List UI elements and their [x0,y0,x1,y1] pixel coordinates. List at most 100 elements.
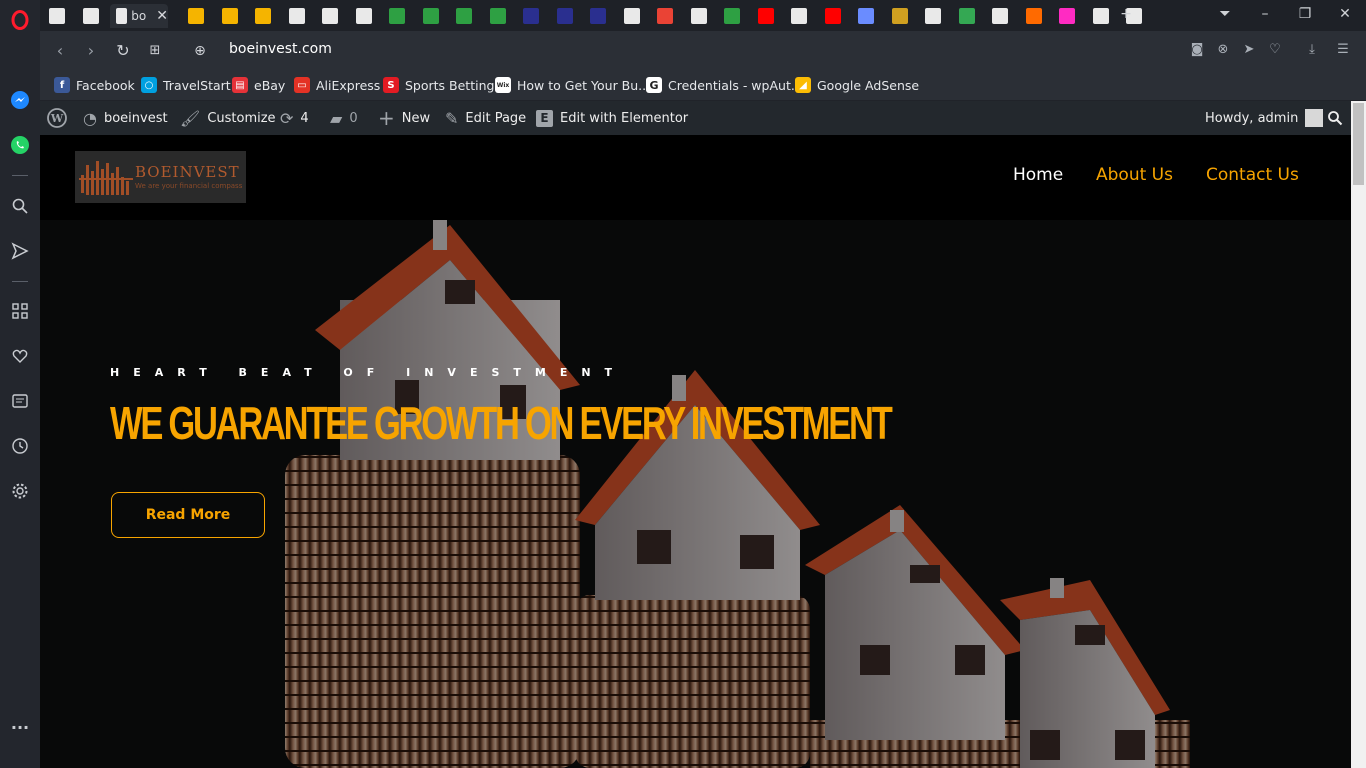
tab-favicon-icon [1093,8,1109,24]
bookmark-item[interactable]: S Sports Betting [383,75,494,95]
browser-tab[interactable] [42,4,72,28]
browser-tab[interactable] [516,4,546,28]
wp-site-name[interactable]: ◔ boeinvest [83,101,168,135]
customize-label: Customize [207,110,276,126]
comment-bubble-icon: ▰ [330,108,343,128]
bookmark-heart-icon[interactable]: ♡ [1266,41,1284,59]
wp-edit-page[interactable]: ✎ Edit Page [445,101,526,135]
bookmark-item[interactable]: ◢ Google AdSense [795,75,919,95]
bookmark-item[interactable]: f Facebook [54,75,135,95]
restore-icon[interactable]: ❐ [1295,6,1315,22]
wp-new[interactable]: + New [378,101,430,135]
logo-tagline: We are your financial compass [135,182,243,190]
search-icon[interactable] [8,194,32,218]
bookmark-label: eBay [254,77,286,93]
browser-tab[interactable] [248,4,278,28]
bookmark-item[interactable]: Wix How to Get Your Bu... [495,75,650,95]
browser-tab[interactable] [550,4,580,28]
messenger-icon[interactable] [8,88,32,112]
browser-tab[interactable] [282,4,312,28]
browser-tab[interactable] [315,4,345,28]
bookmark-item[interactable]: ▭ AliExpress [294,75,380,95]
tab-favicon-icon [758,8,774,24]
browser-tab[interactable] [617,4,647,28]
wordpress-logo-icon[interactable]: W [47,101,67,135]
browser-tab[interactable] [416,4,446,28]
tab-favicon-icon [959,8,975,24]
scrollbar-thumb[interactable] [1353,103,1364,185]
browser-tab[interactable] [784,4,814,28]
browser-tab[interactable] [885,4,915,28]
wp-comments[interactable]: ▰ 0 [330,101,358,135]
browser-tab[interactable] [717,4,747,28]
nav-about-us[interactable]: About Us [1096,165,1173,185]
edit-page-label: Edit Page [465,110,527,126]
forward-icon[interactable]: › [81,41,101,61]
browser-tab[interactable] [76,4,106,28]
tracker-blocker-icon[interactable]: ⊗ [1214,41,1232,59]
page-scrollbar[interactable] [1351,101,1366,768]
browser-tab[interactable] [650,4,680,28]
tab-title: bo [131,9,147,23]
url-field[interactable]: boeinvest.com [229,41,332,57]
minimize-icon[interactable]: – [1255,6,1275,22]
browser-tab[interactable] [215,4,245,28]
back-icon[interactable]: ‹ [50,41,70,61]
tabs-overview-icon[interactable]: ⊞ [145,41,165,61]
browser-tab[interactable] [583,4,613,28]
bookmark-item[interactable]: ○ TravelStart [141,75,231,95]
browser-tab[interactable] [918,4,948,28]
wp-customize[interactable]: 🖌 Customize [180,101,276,135]
browser-tab[interactable] [382,4,412,28]
reload-icon[interactable]: ↻ [113,41,133,61]
browser-tab[interactable] [851,4,881,28]
new-tab-plus-icon[interactable]: + [1116,6,1136,22]
browser-tab[interactable] [818,4,848,28]
tab-favicon-icon [825,8,841,24]
wp-updates[interactable]: ⟳ 4 [280,101,309,135]
easy-setup-icon[interactable]: ☰ [1334,41,1352,59]
browser-tab[interactable] [751,4,781,28]
browser-tab[interactable] [483,4,513,28]
browser-tab[interactable] [1086,4,1116,28]
wp-my-account[interactable]: Howdy, admin [1205,101,1324,135]
more-options-icon[interactable]: ··· [8,715,32,739]
tab-favicon-icon [523,8,539,24]
comments-count: 0 [349,110,358,126]
browser-tab[interactable] [349,4,379,28]
send-to-flow-icon[interactable]: ➤ [1240,41,1258,59]
browser-tab[interactable] [449,4,479,28]
wp-edit-elementor[interactable]: E Edit with Elementor [536,101,688,135]
bookmark-item[interactable]: ▤ eBay [232,75,285,95]
downloads-icon[interactable]: ⤓ [1303,41,1321,59]
browser-tab-active[interactable]: bo ✕ [110,4,168,28]
close-tab-icon[interactable]: ✕ [156,8,168,24]
read-more-button[interactable]: Read More [111,492,265,538]
settings-gear-icon[interactable] [8,479,32,503]
browser-tab[interactable] [952,4,982,28]
browser-tab[interactable] [985,4,1015,28]
site-info-globe-icon[interactable]: ⊕ [190,41,210,61]
nav-contact-us[interactable]: Contact Us [1206,165,1299,185]
browser-tab[interactable] [684,4,714,28]
tab-favicon-icon [858,8,874,24]
wp-search-icon[interactable] [1327,101,1343,135]
opera-logo-icon[interactable] [8,8,32,32]
browser-tab[interactable] [1052,4,1082,28]
whatsapp-icon[interactable] [8,133,32,157]
news-icon[interactable] [8,389,32,413]
close-window-icon[interactable]: ✕ [1335,6,1355,22]
browser-tab[interactable] [1019,4,1049,28]
nav-home[interactable]: Home [1013,165,1063,185]
heart-icon[interactable] [8,344,32,368]
tab-menu-icon[interactable]: ⏷ [1215,6,1235,22]
send-icon[interactable] [8,239,32,263]
snapshot-camera-icon[interactable]: ◙ [1188,41,1206,59]
adsense-icon: ◢ [795,77,811,93]
site-logo[interactable]: BOEINVEST We are your financial compass [75,151,246,203]
history-icon[interactable] [8,434,32,458]
browser-tab[interactable] [181,4,211,28]
bookmarks-bar: f Facebook ○ TravelStart ▤ eBay ▭ AliExpress… [40,69,1366,101]
speed-dial-icon[interactable] [8,299,32,323]
bookmark-item[interactable]: G Credentials - wpAut... [646,75,803,95]
